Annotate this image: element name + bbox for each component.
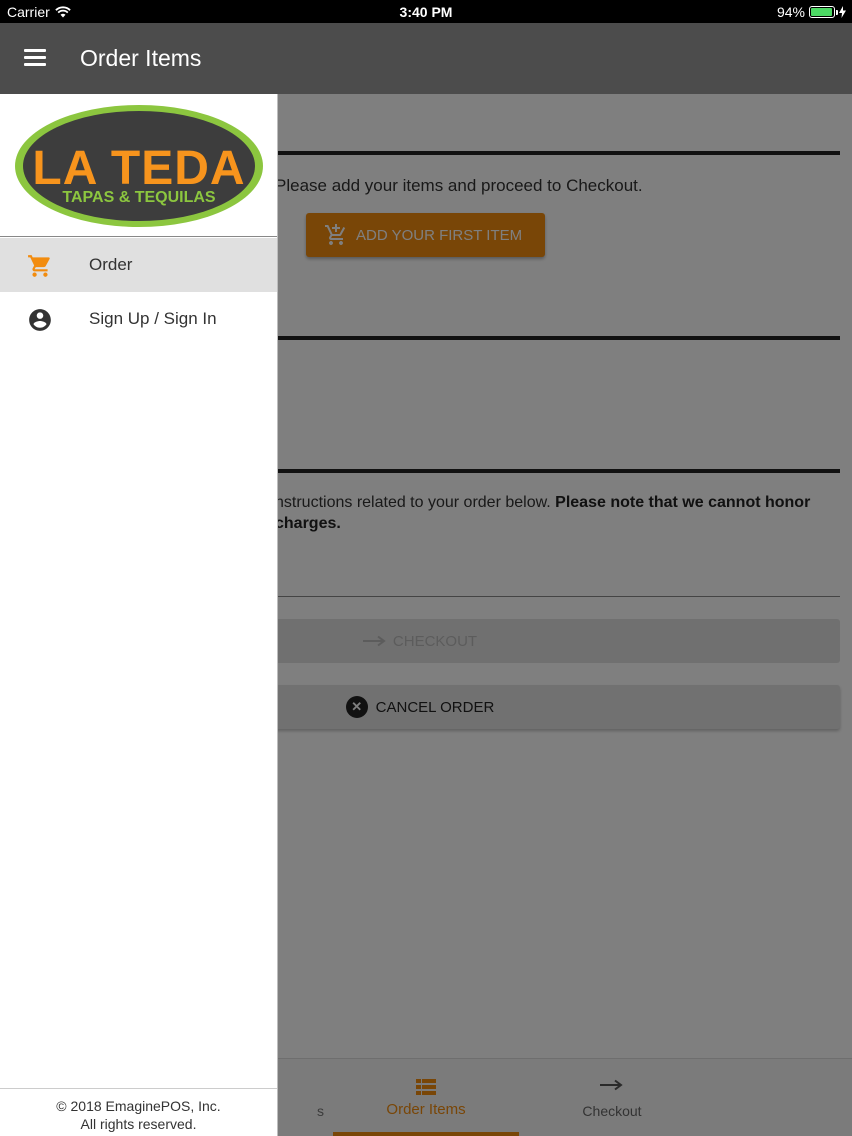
- status-bar: Carrier 3:40 PM 94%: [0, 0, 852, 23]
- account-circle-icon: [29, 309, 51, 331]
- navigation-drawer: LA TEDA TAPAS & TEQUILAS Order Sign Up /…: [0, 94, 278, 1136]
- app-bar: Order Items: [0, 23, 852, 94]
- copyright-text: © 2018 EmaginePOS, Inc.: [56, 1098, 221, 1114]
- rights-text: All rights reserved.: [80, 1116, 197, 1132]
- la-teda-logo: LA TEDA TAPAS & TEQUILAS: [15, 105, 263, 227]
- drawer-item-sign-label: Sign Up / Sign In: [89, 309, 217, 328]
- drawer-item-sign-up-sign-in[interactable]: Sign Up / Sign In: [0, 292, 277, 346]
- battery-level: [811, 8, 832, 16]
- cart-icon: [28, 255, 50, 277]
- drawer-item-order-label: Order: [89, 255, 133, 274]
- drawer-footer: © 2018 EmaginePOS, Inc. All rights reser…: [0, 1088, 277, 1136]
- drawer-item-order[interactable]: Order: [0, 238, 277, 292]
- clock: 3:40 PM: [399, 4, 453, 20]
- svg-text:LA TEDA: LA TEDA: [32, 142, 245, 195]
- hamburger-menu-icon[interactable]: [24, 49, 46, 67]
- brand-logo: LA TEDA TAPAS & TEQUILAS: [0, 94, 277, 237]
- svg-text:TAPAS & TEQUILAS: TAPAS & TEQUILAS: [62, 189, 216, 206]
- page-title: Order Items: [80, 45, 202, 71]
- charging-bolt-icon: [839, 6, 846, 18]
- battery-percent: 94%: [776, 4, 805, 20]
- battery-icon: [809, 6, 838, 18]
- battery-indicator: 94%: [777, 4, 846, 20]
